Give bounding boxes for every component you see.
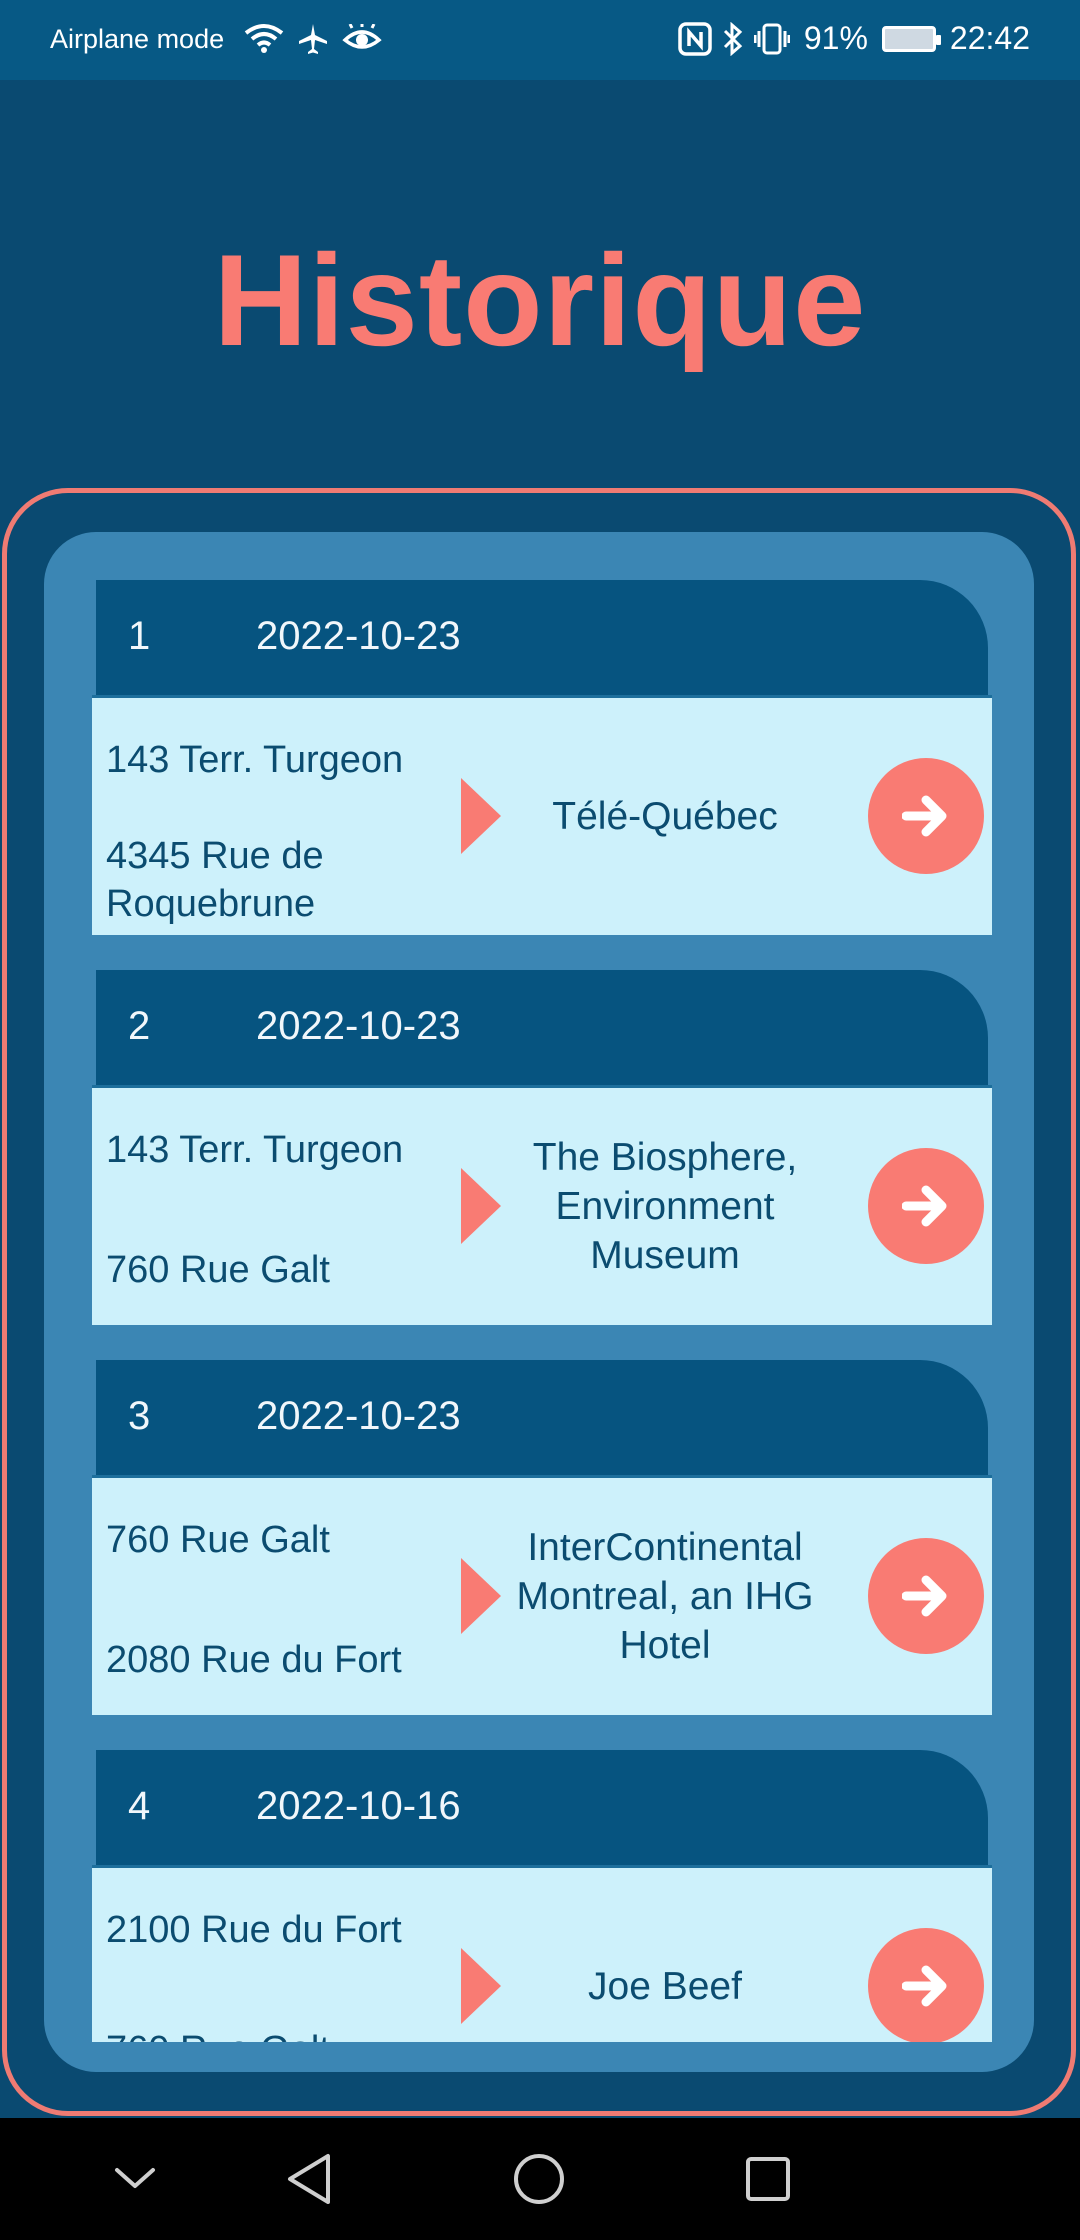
go-button[interactable]: [868, 1148, 984, 1264]
arrow-right-icon: [902, 1965, 947, 2007]
trip-date: 2022-10-23: [256, 1004, 461, 1048]
trip-number: 1: [128, 614, 151, 658]
trip-destination: Télé-Québec: [552, 795, 778, 838]
trip-date: 2022-10-23: [256, 1394, 461, 1438]
navigation-bar: [0, 2118, 1080, 2240]
trip-origin: 2100 Rue du Fort: [106, 1909, 402, 1951]
trip-address: 760 Rue Galt: [106, 1249, 330, 1291]
back-icon: [288, 2154, 330, 2204]
trip-date: 2022-10-23: [256, 614, 461, 658]
trip-card-body: 760 Rue Galt 2080 Rue du Fort InterConti…: [92, 1475, 992, 1715]
go-button[interactable]: [868, 1538, 984, 1654]
airplane-mode-label: Airplane mode: [50, 23, 225, 54]
trip-card-body: 143 Terr. Turgeon 760 Rue Galt The Biosp…: [92, 1085, 992, 1325]
go-button[interactable]: [868, 1928, 984, 2042]
status-right: 91% 22:42: [678, 20, 1030, 57]
trip-card-header: 2 2022-10-23: [96, 970, 988, 1085]
nav-recents-button[interactable]: [708, 2118, 828, 2240]
trip-address: 760 Rue Galt: [106, 2026, 436, 2042]
trip-card[interactable]: 2 2022-10-23 143 Terr. Turgeon 760 Rue G…: [92, 970, 992, 1325]
direction-arrow-icon: [461, 1168, 501, 1244]
recents-icon: [746, 2157, 790, 2201]
trip-number: 2: [128, 1004, 151, 1048]
trip-address: 4345 Rue de Roquebrune: [106, 835, 324, 925]
go-button[interactable]: [868, 758, 984, 874]
direction-arrow-icon: [461, 1948, 501, 2024]
arrow-right-icon: [902, 1185, 947, 1227]
trip-origin: 760 Rue Galt: [106, 1519, 330, 1561]
trip-origin: 143 Terr. Turgeon: [106, 1129, 404, 1171]
clock: 22:42: [949, 20, 1030, 56]
status-left: Airplane mode: [50, 22, 382, 56]
nav-collapse-button[interactable]: [75, 2118, 195, 2240]
status-bar: Airplane mode 91% 22:42: [0, 0, 1080, 80]
nfc-icon: [678, 21, 712, 56]
arrow-right-icon: [902, 1575, 947, 1617]
trip-card-header: 3 2022-10-23: [96, 1360, 988, 1475]
trip-number: 3: [128, 1394, 151, 1438]
nav-home-button[interactable]: [479, 2118, 599, 2240]
vibrate-icon: [753, 23, 790, 54]
trip-destination: Joe Beef: [588, 1965, 742, 2008]
arrow-right-icon: [902, 795, 947, 837]
direction-arrow-icon: [461, 1558, 501, 1634]
trip-card[interactable]: 3 2022-10-23 760 Rue Galt 2080 Rue du Fo…: [92, 1360, 992, 1715]
trip-date: 2022-10-16: [256, 1784, 461, 1828]
trip-destination: The Biosphere, Environment Museum: [532, 1136, 798, 1277]
battery-icon: [881, 25, 941, 52]
wifi-icon: [244, 24, 284, 53]
trip-card-header: 4 2022-10-16: [96, 1750, 988, 1865]
trip-origin: 143 Terr. Turgeon: [106, 739, 404, 781]
trip-card[interactable]: 1 2022-10-23 143 Terr. Turgeon 4345 Rue …: [92, 580, 992, 935]
page-title: Historique: [213, 227, 867, 373]
trip-number: 4: [128, 1784, 151, 1828]
trip-destination: InterContinental Montreal, an IHG Hotel: [516, 1526, 814, 1667]
trip-list[interactable]: 1 2022-10-23 143 Terr. Turgeon 4345 Rue …: [92, 580, 992, 2042]
trip-card[interactable]: 4 2022-10-16 2100 Rue du Fort 760 Rue Ga…: [92, 1750, 992, 2042]
bluetooth-icon: [723, 21, 743, 56]
direction-arrow-icon: [461, 778, 501, 854]
history-panel[interactable]: 1 2022-10-23 143 Terr. Turgeon 4345 Rue …: [44, 532, 1034, 2072]
trip-card-header: 1 2022-10-23: [96, 580, 988, 695]
airplane-icon: [299, 24, 328, 54]
trip-card-body: 143 Terr. Turgeon 4345 Rue de Roquebrune…: [92, 695, 992, 935]
chevron-down-icon: [115, 2168, 155, 2188]
trip-card-body: 2100 Rue du Fort 760 Rue Galt Joe Beef: [92, 1865, 992, 2042]
eye-icon: [342, 24, 382, 49]
nav-back-button[interactable]: [249, 2118, 369, 2240]
trip-address: 2080 Rue du Fort: [106, 1639, 402, 1681]
battery-percent: 91%: [803, 20, 868, 56]
home-icon: [514, 2154, 564, 2204]
